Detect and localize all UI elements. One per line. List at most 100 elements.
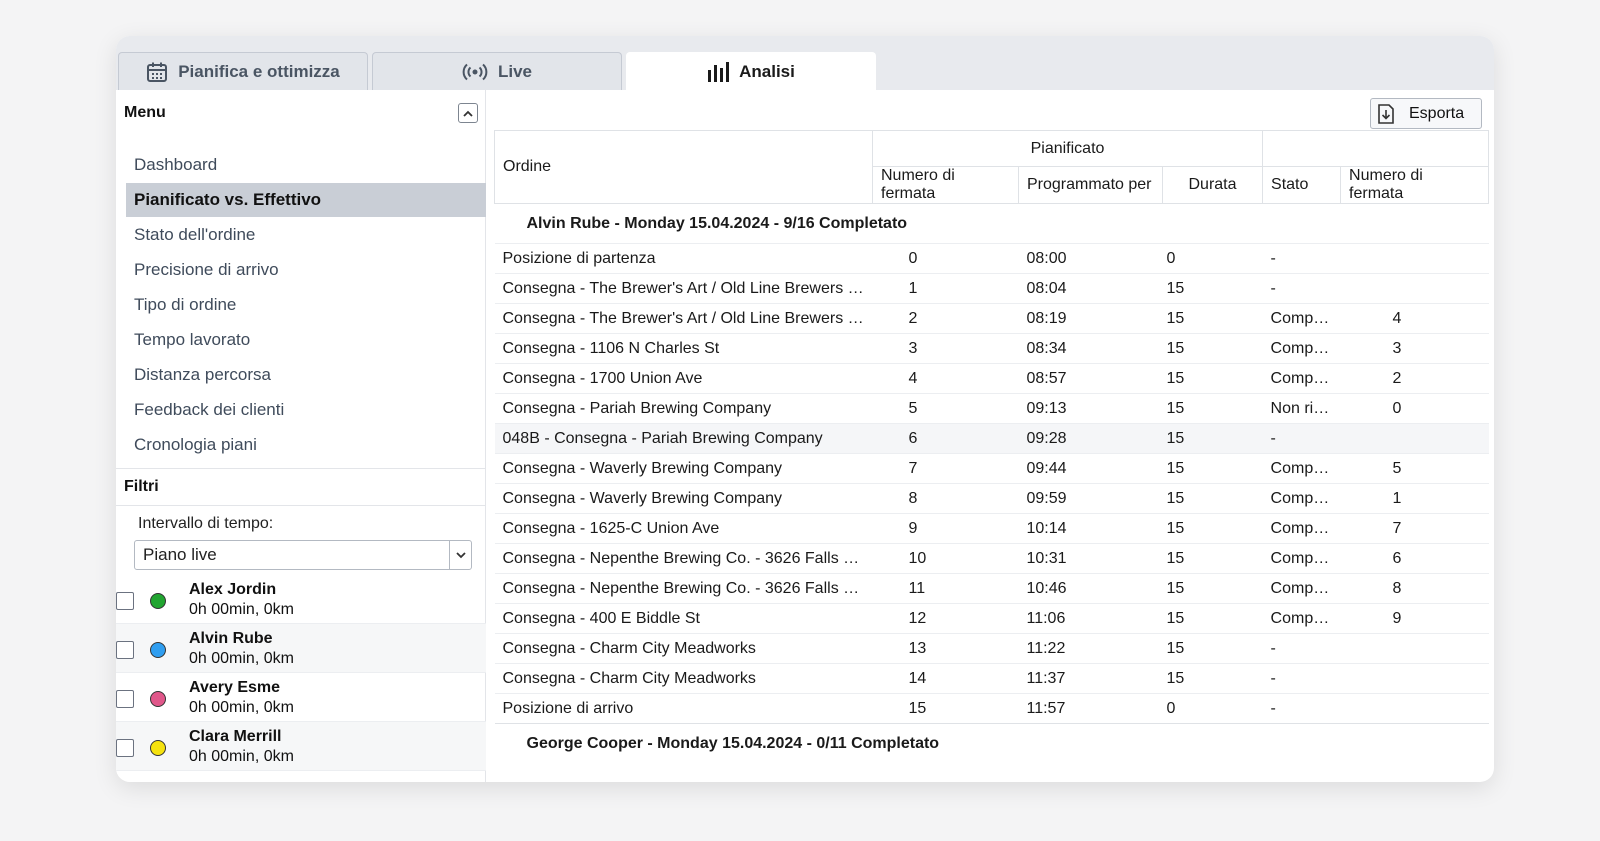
driver-checkbox[interactable] (116, 592, 134, 610)
cell-order: Consegna - 400 E Biddle St (494, 603, 873, 634)
table-row[interactable]: Consegna - Nepenthe Brewing Co. - 3626 F… (494, 573, 1489, 604)
cell-scheduled: 09:44 (1018, 453, 1163, 484)
time-range-select[interactable]: Piano live (134, 540, 472, 570)
tab-label: Analisi (739, 61, 795, 81)
cell-scheduled: 08:04 (1018, 273, 1163, 304)
menu-item-plan-history[interactable]: Cronologia piani (126, 428, 486, 462)
driver-color-dot (150, 593, 166, 609)
table-row[interactable]: Consegna - Charm City Meadworks 13 11:22 15… (494, 633, 1489, 664)
driver-stats: 0h 00min, 0km (189, 699, 294, 716)
cell-stop-actual (1340, 243, 1489, 274)
cell-scheduled: 08:57 (1018, 363, 1163, 394)
app-window: Pianifica e ottimizza Live Analisi Menu … (116, 36, 1494, 782)
cell-stop: 8 (872, 483, 1019, 514)
table-row[interactable]: Consegna - 1106 N Charles St 3 08:34 15 Comp… (494, 333, 1489, 364)
group-title: George Cooper - Monday 15.04.2024 - 0/11… (494, 723, 1489, 764)
cell-scheduled: 10:14 (1018, 513, 1163, 544)
table-row[interactable]: Posizione di arrivo 15 11:57 0- (494, 693, 1489, 724)
table-row[interactable]: Consegna - The Brewer's Art / Old Line B… (494, 273, 1489, 304)
planned-vs-actual-table: Ordine Pianificato Numero di fermata Pro… (494, 130, 1494, 782)
table-row[interactable]: Consegna - 1625-C Union Ave 9 10:14 15 Compl… (494, 513, 1489, 544)
cell-order: Consegna - 1700 Union Ave (494, 363, 873, 394)
menu-item-order-status[interactable]: Stato dell'ordine (126, 218, 486, 252)
cell-duration: 15 (1162, 573, 1263, 604)
cell-duration: 0 (1162, 243, 1263, 274)
col-header-stop: Numero di fermata (872, 166, 1019, 204)
cell-duration: 15 (1162, 633, 1263, 664)
cell-stop: 11 (872, 573, 1019, 604)
cell-stop: 6 (872, 423, 1019, 454)
cell-stop: 0 (872, 243, 1019, 274)
driver-stats: 0h 00min, 0km (189, 601, 294, 618)
driver-stats: 0h 00min, 0km (189, 650, 294, 667)
cell-scheduled: 09:28 (1018, 423, 1163, 454)
cell-order: Consegna - Charm City Meadworks (494, 633, 873, 664)
menu-item-arrival-accuracy[interactable]: Precisione di arrivo (126, 253, 486, 287)
cell-stop-actual (1340, 663, 1489, 694)
tab-label: Pianifica e ottimizza (178, 61, 340, 81)
driver-checkbox[interactable] (116, 641, 134, 659)
cell-status: Completato (1262, 543, 1341, 574)
cell-order: Consegna - 1106 N Charles St (494, 333, 873, 364)
table-row[interactable]: Consegna - Pariah Brewing Company 5 09:13 1… (494, 393, 1489, 424)
table-row[interactable]: Consegna - Nepenthe Brewing Co. - 3626 F… (494, 543, 1489, 574)
cell-stop: 12 (872, 603, 1019, 634)
cell-status: Completato (1262, 303, 1341, 334)
driver-row: Clara Merrill 0h 00min, 0km (116, 722, 486, 771)
driver-name: Clara Merrill (189, 728, 282, 745)
table-row[interactable]: Consegna - The Brewer's Art / Old Line B… (494, 303, 1489, 334)
collapse-menu-button[interactable] (458, 103, 478, 123)
cell-stop: 15 (872, 693, 1019, 724)
menu-item-distance[interactable]: Distanza percorsa (126, 358, 486, 392)
cell-stop-actual: 0 (1340, 393, 1489, 424)
cell-status: - (1262, 423, 1341, 454)
cell-status: - (1262, 243, 1341, 274)
menu-item-feedback[interactable]: Feedback dei clienti (126, 393, 486, 427)
menu-item-time-worked[interactable]: Tempo lavorato (126, 323, 486, 357)
cell-duration: 15 (1162, 483, 1263, 514)
table-row[interactable]: Consegna - Waverly Brewing Company 7 09:44… (494, 453, 1489, 484)
calendar-icon (147, 62, 168, 82)
cell-order: 048B - Consegna - Pariah Brewing Company (494, 423, 873, 454)
cell-scheduled: 11:57 (1018, 693, 1163, 724)
table-row[interactable]: 048B - Consegna - Pariah Brewing Company… (494, 423, 1489, 454)
table-row[interactable]: Consegna - Waverly Brewing Company 8 09:59… (494, 483, 1489, 514)
cell-order: Consegna - Nepenthe Brewing Co. - 3626 F… (494, 573, 873, 604)
cell-status: Completato (1262, 573, 1341, 604)
tab-analysis[interactable]: Analisi (626, 52, 876, 90)
table-row[interactable]: Consegna - Charm City Meadworks 14 11:37 15… (494, 663, 1489, 694)
cell-status: Completato (1262, 363, 1341, 394)
export-label: Esporta (1409, 104, 1465, 122)
cell-duration: 15 (1162, 423, 1263, 454)
menu-item-planned-vs-actual[interactable]: Pianificato vs. Effettivo (126, 183, 486, 217)
col-header-duration: Durata (1161, 166, 1264, 204)
menu-item-dashboard[interactable]: Dashboard (126, 148, 486, 182)
cell-order: Consegna - 1625-C Union Ave (494, 513, 873, 544)
table-row[interactable]: Posizione di partenza 0 08:00 0- (494, 243, 1489, 274)
cell-stop-actual (1340, 633, 1489, 664)
driver-checkbox[interactable] (116, 690, 134, 708)
export-button[interactable]: Esporta (1370, 98, 1482, 129)
driver-row: Alex Jordin 0h 00min, 0km (116, 575, 486, 624)
cell-stop-actual: 7 (1340, 513, 1489, 544)
cell-status: Non riuscito (1262, 393, 1341, 424)
tab-plan-optimize[interactable]: Pianifica e ottimizza (118, 52, 368, 90)
cell-status: - (1262, 633, 1341, 664)
col-header-stop-actual: Numero di fermata (1340, 166, 1490, 204)
table-row[interactable]: Consegna - 400 E Biddle St 12 11:06 15 Compl… (494, 603, 1489, 634)
cell-order: Posizione di arrivo (494, 693, 873, 724)
menu-item-order-type[interactable]: Tipo di ordine (126, 288, 486, 322)
col-header-status: Stato (1262, 166, 1342, 204)
cell-status: Completato (1262, 603, 1341, 634)
cell-stop: 7 (872, 453, 1019, 484)
menu-header: Menu (116, 90, 486, 136)
filters-header: Filtri (116, 468, 486, 506)
table-row[interactable]: Consegna - 1700 Union Ave 4 08:57 15 Complet… (494, 363, 1489, 394)
tab-live[interactable]: Live (372, 52, 622, 90)
cell-stop-actual: 3 (1340, 333, 1489, 364)
cell-scheduled: 11:37 (1018, 663, 1163, 694)
cell-status: Completato (1262, 513, 1341, 544)
cell-duration: 15 (1162, 663, 1263, 694)
cell-duration: 15 (1162, 543, 1263, 574)
driver-checkbox[interactable] (116, 739, 134, 757)
